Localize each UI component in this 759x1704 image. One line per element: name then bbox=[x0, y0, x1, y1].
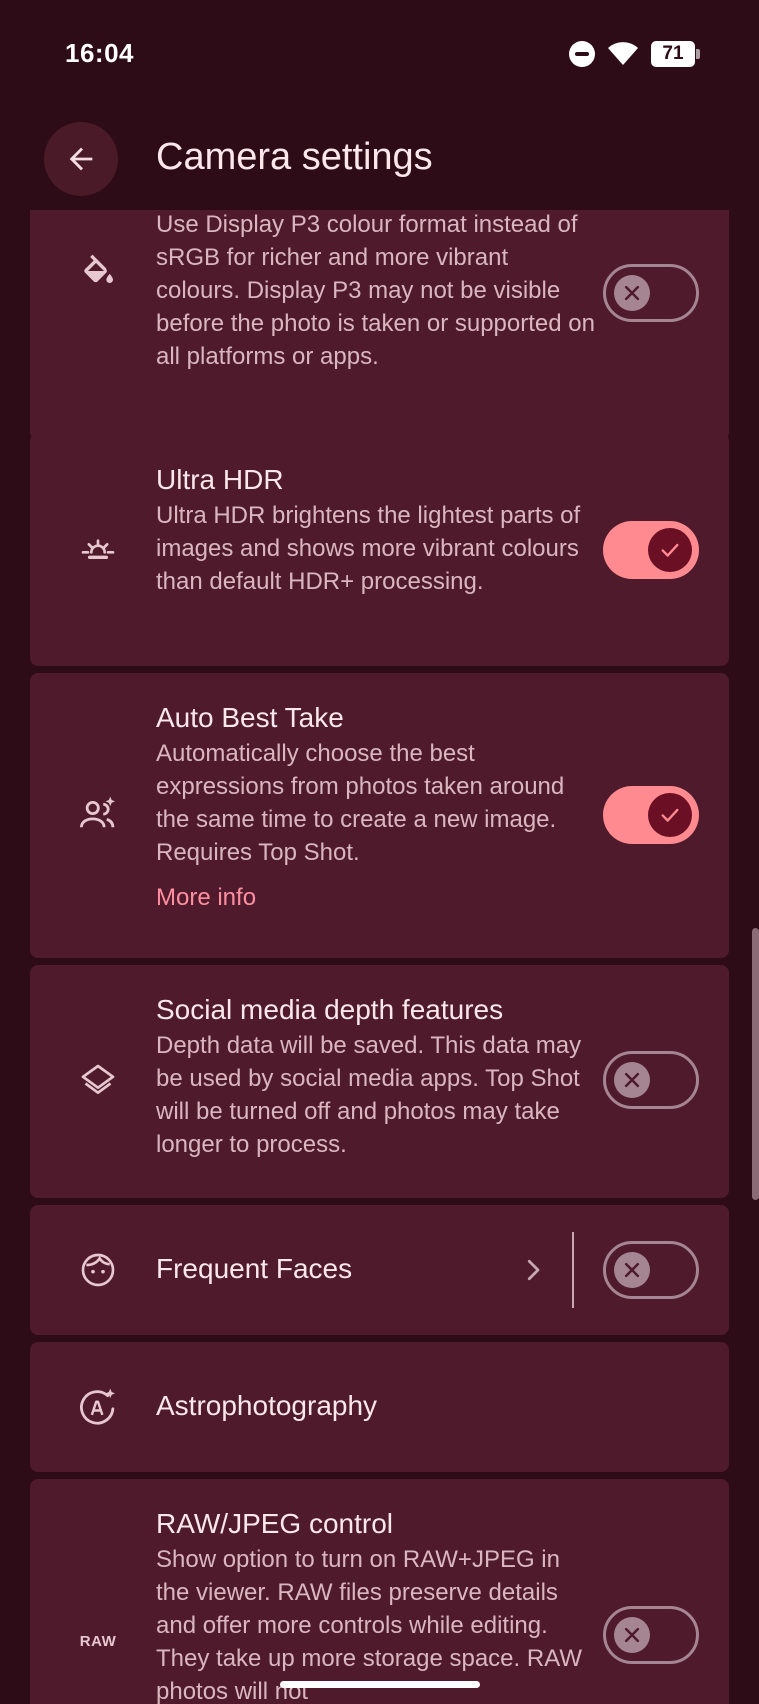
setting-description: Depth data will be saved. This data may … bbox=[156, 1032, 582, 1158]
settings-list[interactable]: Use Display P3 colour format instead of … bbox=[0, 210, 759, 1704]
status-bar: 16:04 71 bbox=[0, 0, 759, 110]
setting-social-media-depth[interactable]: Social media depth features Depth data w… bbox=[30, 965, 729, 1198]
setting-astrophotography[interactable]: Astrophotography bbox=[30, 1342, 729, 1472]
setting-display-p3[interactable]: Use Display P3 colour format instead of … bbox=[30, 210, 729, 440]
display-p3-toggle[interactable] bbox=[603, 264, 699, 322]
layers-icon bbox=[70, 1053, 126, 1109]
battery-level: 71 bbox=[662, 43, 684, 64]
setting-description: Ultra HDR brightens the lightest parts o… bbox=[156, 502, 581, 595]
chevron-right-icon[interactable] bbox=[518, 1255, 548, 1285]
wifi-icon bbox=[607, 41, 639, 67]
setting-title: Astrophotography bbox=[156, 1390, 378, 1421]
setting-title: RAW/JPEG control bbox=[156, 1508, 394, 1539]
divider bbox=[572, 1232, 574, 1308]
back-button[interactable] bbox=[44, 122, 118, 196]
close-icon bbox=[624, 285, 640, 301]
more-info-link[interactable]: More info bbox=[156, 881, 596, 914]
close-icon bbox=[624, 1072, 640, 1088]
setting-text: Ultra HDR Ultra HDR brightens the lighte… bbox=[156, 463, 596, 598]
setting-title: Ultra HDR bbox=[156, 464, 284, 495]
people-sparkle-icon bbox=[70, 787, 126, 843]
page-title: Camera settings bbox=[156, 136, 433, 178]
setting-raw-jpeg[interactable]: RAW RAW/JPEG control Show option to turn… bbox=[30, 1479, 729, 1704]
do-not-disturb-icon bbox=[569, 41, 595, 67]
close-icon bbox=[624, 1627, 640, 1643]
setting-description: Automatically choose the best expression… bbox=[156, 740, 565, 866]
toggle-thumb bbox=[614, 1617, 650, 1653]
home-indicator[interactable] bbox=[280, 1681, 480, 1688]
frequent-faces-toggle[interactable] bbox=[603, 1241, 699, 1299]
check-icon bbox=[661, 808, 679, 822]
setting-ultra-hdr[interactable]: Ultra HDR Ultra HDR brightens the lighte… bbox=[30, 433, 729, 666]
scrollbar[interactable] bbox=[752, 928, 759, 1200]
social-media-depth-toggle[interactable] bbox=[603, 1051, 699, 1109]
setting-text: Auto Best Take Automatically choose the … bbox=[156, 701, 596, 914]
setting-text: RAW/JPEG control Show option to turn on … bbox=[156, 1507, 596, 1704]
setting-text: Astrophotography bbox=[156, 1389, 596, 1425]
toggle-thumb bbox=[614, 1062, 650, 1098]
ultra-hdr-toggle[interactable] bbox=[603, 521, 699, 579]
toggle-thumb bbox=[614, 275, 650, 311]
toggle-thumb bbox=[648, 528, 692, 572]
toggle-thumb bbox=[648, 793, 692, 837]
setting-frequent-faces[interactable]: Frequent Faces bbox=[30, 1205, 729, 1335]
toggle-thumb bbox=[614, 1252, 650, 1288]
sunrise-icon bbox=[70, 521, 126, 577]
raw-icon-label: RAW bbox=[79, 1632, 117, 1650]
raw-icon: RAW bbox=[70, 1613, 126, 1669]
setting-description: Show option to turn on RAW+JPEG in the v… bbox=[156, 1546, 582, 1704]
astro-auto-icon bbox=[70, 1379, 126, 1435]
close-icon bbox=[624, 1262, 640, 1278]
setting-title: Social media depth features bbox=[156, 994, 504, 1025]
setting-title: Auto Best Take bbox=[156, 702, 344, 733]
setting-auto-best-take[interactable]: Auto Best Take Automatically choose the … bbox=[30, 673, 729, 958]
check-icon bbox=[661, 543, 679, 557]
battery-icon: 71 bbox=[651, 41, 700, 67]
screen: 16:04 71 Camera settings Use Display P3 … bbox=[0, 0, 759, 1704]
setting-text: Use Display P3 colour format instead of … bbox=[156, 210, 596, 373]
raw-jpeg-toggle[interactable] bbox=[603, 1606, 699, 1664]
status-icons: 71 bbox=[569, 38, 700, 70]
status-time: 16:04 bbox=[65, 38, 134, 68]
setting-description: Use Display P3 colour format instead of … bbox=[156, 211, 595, 370]
setting-text: Social media depth features Depth data w… bbox=[156, 993, 606, 1161]
paint-bucket-icon bbox=[70, 245, 126, 301]
arrow-back-icon bbox=[69, 147, 93, 171]
face-icon bbox=[70, 1242, 126, 1298]
auto-best-take-toggle[interactable] bbox=[603, 786, 699, 844]
app-bar: Camera settings bbox=[0, 110, 759, 210]
